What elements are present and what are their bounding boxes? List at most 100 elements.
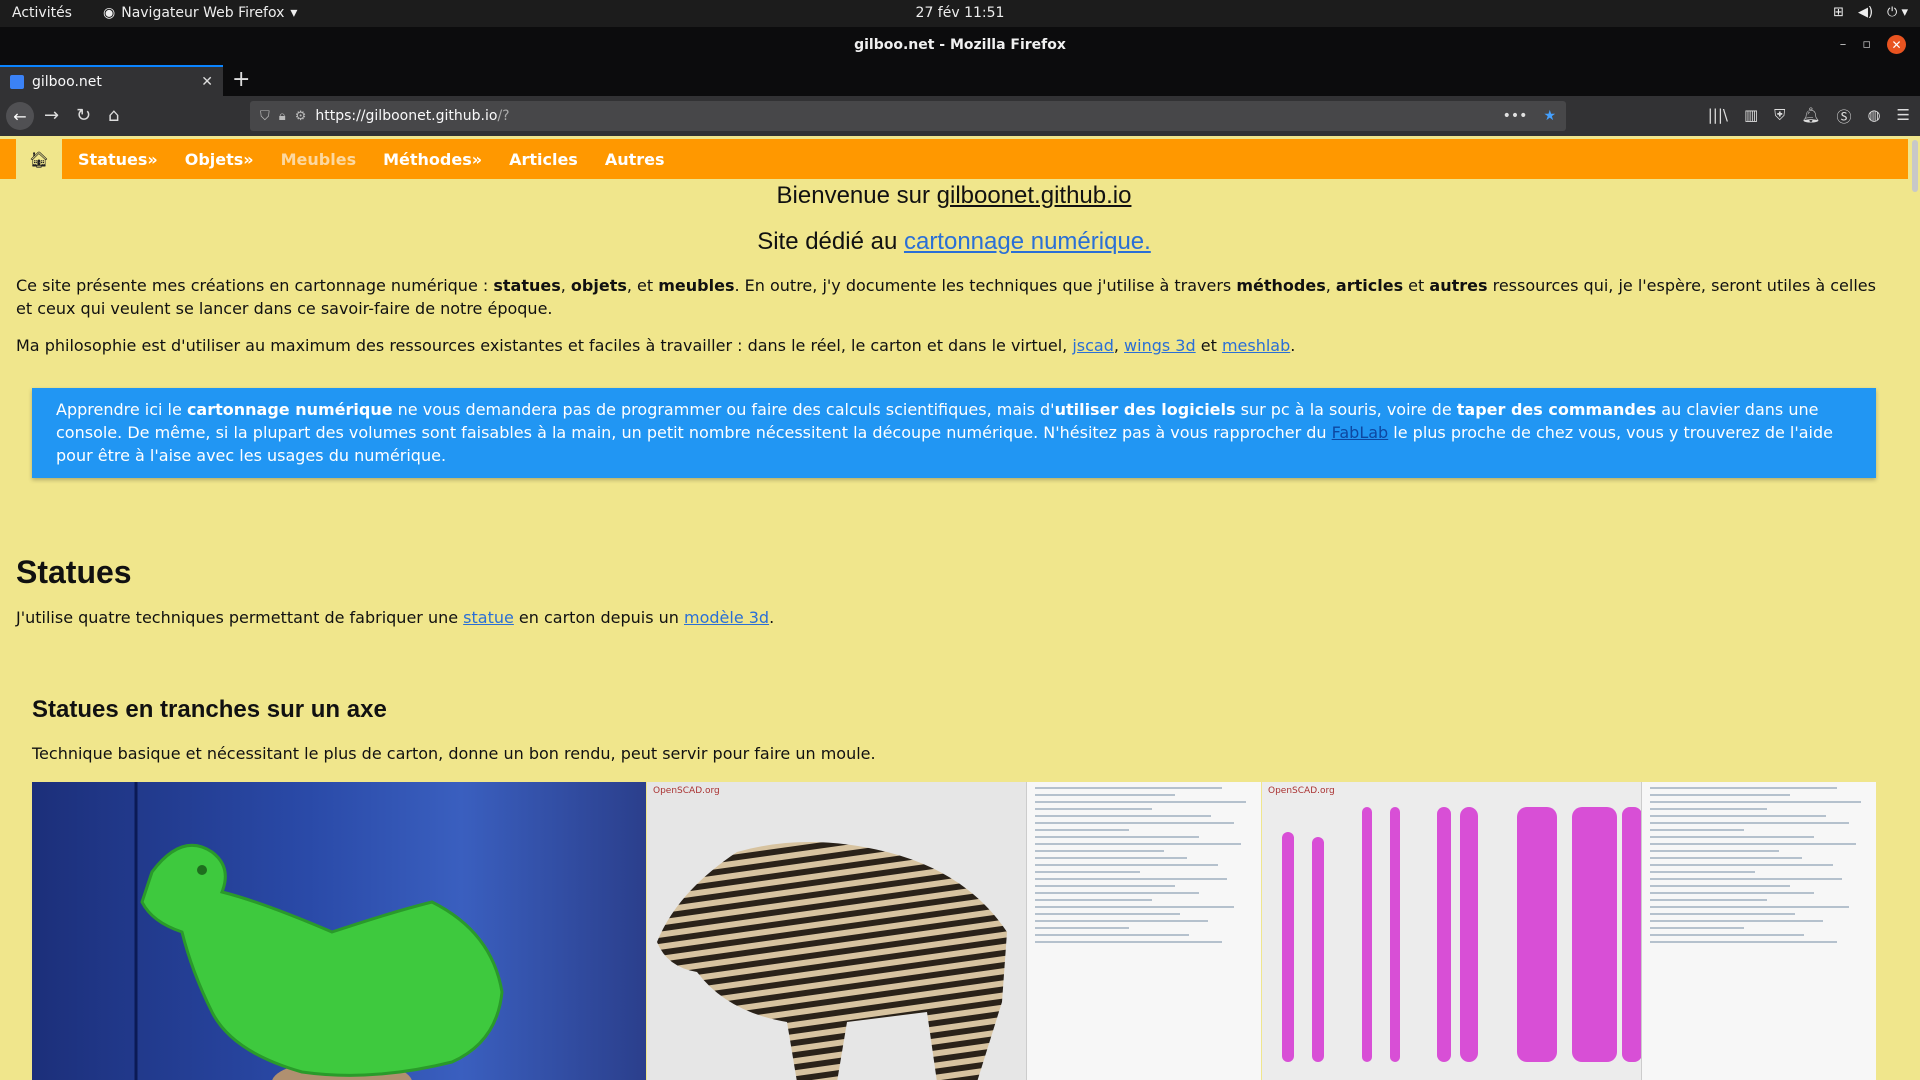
system-top-bar: Activités ◉ Navigateur Web Firefox ▾ 27 … (0, 0, 1920, 27)
extension-s-icon[interactable]: Ⓢ (1836, 106, 1851, 127)
slices-illustration (1282, 807, 1642, 1062)
intro-bold-articles: articles (1335, 276, 1404, 295)
info-bold: taper des commandes (1456, 400, 1657, 419)
section-text: Technique basique et nécessitant le plus… (32, 744, 876, 763)
maximize-icon[interactable]: ▫ (1862, 37, 1871, 52)
window-title: gilboo.net - Mozilla Firefox (854, 37, 1066, 53)
intro-text: Ce site présente mes créations en carton… (16, 276, 494, 295)
address-bar[interactable]: ⛉ 🔒︎ ⚙ https://gilboonet.github.io /? ••… (250, 101, 1566, 131)
tab-title: gilboo.net (32, 73, 102, 90)
statues-text: en carton depuis un (513, 608, 684, 627)
intro-text: , et (626, 276, 659, 295)
menu-icon[interactable]: ☰ (1897, 106, 1910, 127)
system-tray[interactable]: ⊞ ◀) ⏻ ▾ (1833, 5, 1908, 20)
statue-link[interactable]: statue (463, 608, 514, 627)
intro-text: , (1325, 276, 1336, 295)
nav-objets[interactable]: Objets» (185, 150, 254, 169)
statues-text: . (769, 608, 775, 627)
nav-meubles[interactable]: Meubles (281, 150, 356, 169)
tab-strip: gilboo.net ✕ + (0, 63, 1920, 96)
sidebar-icon[interactable]: ▥ (1744, 106, 1758, 127)
philosophy-text: , (1113, 336, 1125, 355)
philosophy-text: et (1195, 336, 1222, 355)
close-tab-icon[interactable]: ✕ (201, 74, 213, 90)
volume-icon: ◀) (1857, 5, 1874, 20)
navigation-toolbar: ← → ↻ ⌂ ⛉ 🔒︎ ⚙ https://gilboonet.github.… (0, 96, 1920, 136)
intro-bold-objets: objets (570, 276, 627, 295)
page-scrollbar[interactable] (1908, 136, 1920, 1080)
window-title-bar: gilboo.net - Mozilla Firefox – ▫ ✕ (0, 27, 1920, 63)
statues-text: J'utilise quatre techniques permettant d… (16, 608, 464, 627)
info-bold: utiliser des logiciels (1054, 400, 1236, 419)
intro-bold-methodes: méthodes (1236, 276, 1326, 295)
nav-statues[interactable]: Statues» (78, 150, 158, 169)
nav-articles[interactable]: Articles (509, 150, 578, 169)
wings3d-link[interactable]: wings 3d (1124, 336, 1196, 355)
back-button[interactable]: ← (6, 102, 34, 130)
nav-autres[interactable]: Autres (605, 150, 665, 169)
home-link-icon[interactable]: 🏠︎ (16, 139, 62, 179)
extension-globe-icon[interactable]: ◍ (1867, 106, 1880, 127)
intro-text: , (560, 276, 571, 295)
statues-intro: J'utilise quatre techniques permettant d… (16, 606, 1896, 629)
power-icon: ⏻ ▾ (1887, 5, 1908, 20)
statues-heading: Statues (16, 554, 132, 590)
code-panel (1026, 782, 1261, 1080)
tab-gilboo[interactable]: gilboo.net ✕ (0, 65, 223, 96)
intro-bold-meubles: meubles (658, 276, 735, 295)
intro-text: et (1403, 276, 1430, 295)
image-gallery: OpenSCAD.org OpenSCAD.org (32, 782, 1876, 1080)
gallery-image-dodo[interactable] (32, 782, 646, 1080)
clock[interactable]: 27 fév 11:51 (0, 5, 1920, 21)
home-button[interactable]: ⌂ (108, 105, 119, 126)
info-text: sur pc à la souris, voire de (1235, 400, 1457, 419)
welcome-prefix: Bienvenue sur (776, 182, 937, 209)
code-panel (1641, 782, 1876, 1080)
library-icon[interactable]: |||\ (1708, 106, 1728, 127)
gallery-image-bear[interactable]: OpenSCAD.org (647, 782, 1261, 1080)
new-tab-button[interactable]: + (232, 67, 250, 92)
welcome-heading: Bienvenue sur gilboonet.github.io (0, 182, 1908, 210)
info-text: Apprendre ici le (56, 400, 187, 419)
site-link[interactable]: gilboonet.github.io (937, 182, 1132, 209)
forward-button[interactable]: → (44, 105, 59, 126)
info-callout: Apprendre ici le cartonnage numérique ne… (32, 388, 1876, 478)
gallery-image-slices[interactable]: OpenSCAD.org (1262, 782, 1876, 1080)
intro-bold-statues: statues (493, 276, 561, 295)
page-actions-icon[interactable]: ••• (1503, 108, 1528, 124)
dodo-illustration (134, 782, 504, 1080)
subtitle-heading: Site dédié au cartonnage numérique. (0, 228, 1908, 256)
close-window-button[interactable]: ✕ (1887, 35, 1906, 54)
cartonnage-link[interactable]: cartonnage numérique. (904, 228, 1151, 255)
section-heading: Statues en tranches sur un axe (32, 696, 387, 723)
tracking-shield-icon[interactable]: ⛉ (260, 109, 270, 124)
favicon-icon (10, 74, 24, 89)
info-text: ne vous demandera pas de programmer ou f… (392, 400, 1055, 419)
permissions-icon[interactable]: ⚙ (295, 109, 307, 124)
minimize-icon[interactable]: – (1840, 37, 1847, 52)
intro-bold-autres: autres (1429, 276, 1488, 295)
nav-methodes[interactable]: Méthodes» (383, 150, 482, 169)
subtitle-prefix: Site dédié au (757, 228, 904, 255)
meshlab-link[interactable]: meshlab (1222, 336, 1290, 355)
reload-button[interactable]: ↻ (76, 105, 91, 126)
network-icon: ⊞ (1833, 5, 1844, 20)
philosophy-paragraph: Ma philosophie est d'utiliser au maximum… (16, 334, 1896, 357)
intro-paragraph: Ce site présente mes créations en carton… (16, 274, 1896, 320)
lock-icon[interactable]: 🔒︎ (279, 109, 286, 124)
bookmark-star-icon[interactable]: ★ (1543, 108, 1556, 124)
philosophy-text: . (1290, 336, 1296, 355)
url-rest: /? (497, 108, 510, 124)
info-bold: cartonnage numérique (186, 400, 393, 419)
jscad-link[interactable]: jscad (1072, 336, 1114, 355)
scrollbar-thumb[interactable] (1912, 140, 1918, 192)
page-viewport: 🏠︎ Statues» Objets» Meubles Méthodes» Ar… (0, 136, 1920, 1080)
extension-notification-icon[interactable]: 🔔︎ (1801, 106, 1820, 127)
fablab-link[interactable]: FabLab (1332, 423, 1389, 442)
extension-shield-icon[interactable]: ⛨ (1774, 106, 1785, 127)
bear-illustration (657, 842, 1007, 1080)
site-navbar: 🏠︎ Statues» Objets» Meubles Méthodes» Ar… (0, 139, 1908, 179)
model3d-link[interactable]: modèle 3d (684, 608, 769, 627)
intro-text: . En outre, j'y documente les techniques… (734, 276, 1237, 295)
url-main: https://gilboonet.github.io (315, 108, 498, 124)
